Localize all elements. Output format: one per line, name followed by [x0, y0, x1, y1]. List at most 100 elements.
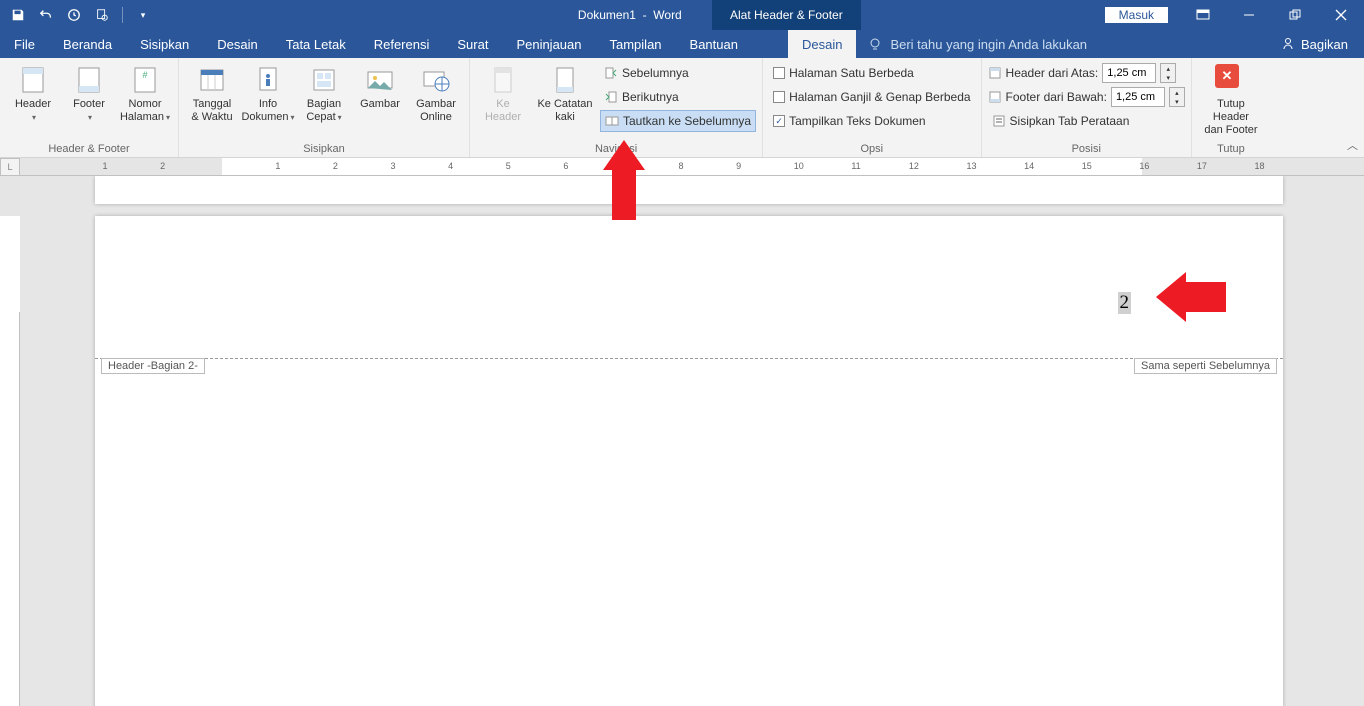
- different-odd-even-checkbox[interactable]: Halaman Ganjil & Genap Berbeda: [769, 86, 974, 108]
- ruler-mark: 10: [794, 161, 804, 171]
- ruler-mark: 6: [563, 161, 568, 171]
- group-position: Header dari Atas: ▴▾ Footer dari Bawah: …: [982, 58, 1192, 157]
- header-from-top-field[interactable]: Header dari Atas: ▴▾: [988, 62, 1185, 84]
- tab-help[interactable]: Bantuan: [676, 30, 752, 58]
- close-icon[interactable]: [1318, 0, 1364, 30]
- sign-in-button[interactable]: Masuk: [1105, 7, 1168, 23]
- tab-mailings[interactable]: Surat: [443, 30, 502, 58]
- ruler-mark: 3: [391, 161, 396, 171]
- ruler-mark: 16: [1139, 161, 1149, 171]
- minimize-icon[interactable]: [1226, 0, 1272, 30]
- next-icon: [604, 90, 618, 104]
- footer-button[interactable]: Footer: [62, 62, 116, 124]
- different-first-page-checkbox[interactable]: Halaman Satu Berbeda: [769, 62, 974, 84]
- spinner-down-icon[interactable]: ▾: [1170, 97, 1184, 106]
- redo-icon[interactable]: [62, 3, 86, 27]
- ribbon: Header Footer # Nomor Halaman Header & F…: [0, 58, 1364, 158]
- tab-review[interactable]: Peninjauan: [502, 30, 595, 58]
- ruler-mark: 13: [967, 161, 977, 171]
- spinner-up-icon[interactable]: ▴: [1161, 64, 1175, 73]
- tab-references[interactable]: Referensi: [360, 30, 444, 58]
- previous-section-button[interactable]: Sebelumnya: [600, 62, 756, 84]
- undo-icon[interactable]: [34, 3, 58, 27]
- document-info-button[interactable]: Info Dokumen: [241, 62, 295, 124]
- link-to-previous-button[interactable]: Tautkan ke Sebelumnya: [600, 110, 756, 132]
- ruler-corner: L: [0, 158, 20, 176]
- ruler-mark: 18: [1255, 161, 1265, 171]
- share-icon: [1281, 37, 1295, 51]
- ruler-mark: 9: [736, 161, 741, 171]
- same-as-previous-tag: Sama seperti Sebelumnya: [1134, 358, 1277, 374]
- window-title: Dokumen1 - Word: [155, 8, 1105, 22]
- footer-from-bottom-field[interactable]: Footer dari Bawah: ▴▾: [988, 86, 1185, 108]
- svg-text:#: #: [142, 70, 147, 80]
- ruler-mark: 1: [103, 161, 108, 171]
- tab-layout[interactable]: Tata Letak: [272, 30, 360, 58]
- tell-me-search[interactable]: Beri tahu yang ingin Anda lakukan: [868, 30, 1087, 58]
- ruler-mark: 11: [851, 161, 860, 171]
- maximize-icon[interactable]: [1272, 0, 1318, 30]
- close-header-footer-button[interactable]: ✕ Tutup Header dan Footer: [1198, 62, 1264, 137]
- ruler-mark: 14: [1024, 161, 1034, 171]
- lightbulb-icon: [868, 37, 882, 51]
- goto-footer-button[interactable]: Ke Catatan kaki: [532, 62, 598, 124]
- collapse-ribbon-icon[interactable]: ︿: [1347, 137, 1358, 153]
- pictures-button[interactable]: Gambar: [353, 62, 407, 111]
- document-area[interactable]: 2 Header -Bagian 2- Sama seperti Sebelum…: [20, 176, 1364, 706]
- contextual-tab-title: Alat Header & Footer: [712, 0, 861, 30]
- insert-alignment-tab-button[interactable]: Sisipkan Tab Perataan: [988, 110, 1185, 132]
- header-button[interactable]: Header: [6, 62, 60, 124]
- footer-bottom-icon: [988, 90, 1002, 104]
- spinner-up-icon[interactable]: ▴: [1170, 88, 1184, 97]
- page-number-text[interactable]: 2: [1118, 292, 1132, 314]
- group-header-footer: Header Footer # Nomor Halaman Header & F…: [0, 58, 179, 157]
- tab-insert[interactable]: Sisipkan: [126, 30, 203, 58]
- tab-file[interactable]: File: [0, 30, 49, 58]
- save-icon[interactable]: [6, 3, 30, 27]
- footer-from-bottom-input[interactable]: [1111, 87, 1165, 107]
- page-previous: [95, 176, 1283, 204]
- previous-icon: [604, 66, 618, 80]
- close-x-icon: ✕: [1215, 64, 1239, 88]
- tab-view[interactable]: Tampilan: [596, 30, 676, 58]
- customize-qat-icon[interactable]: ▾: [131, 3, 155, 27]
- header-from-top-input[interactable]: [1102, 63, 1156, 83]
- date-time-button[interactable]: Tanggal & Waktu: [185, 62, 239, 124]
- annotation-arrow-up: [603, 140, 645, 220]
- link-icon: [605, 114, 619, 128]
- tab-home[interactable]: Beranda: [49, 30, 126, 58]
- online-pictures-button[interactable]: Gambar Online: [409, 62, 463, 124]
- group-options: Halaman Satu Berbeda Halaman Ganjil & Ge…: [763, 58, 981, 157]
- page-number-button[interactable]: # Nomor Halaman: [118, 62, 172, 124]
- page-current[interactable]: 2 Header -Bagian 2- Sama seperti Sebelum…: [95, 216, 1283, 706]
- show-document-text-checkbox[interactable]: ✓Tampilkan Teks Dokumen: [769, 110, 974, 132]
- ruler-mark: 4: [448, 161, 453, 171]
- ruler-mark: 2: [333, 161, 338, 171]
- annotation-arrow-left: [1156, 272, 1226, 322]
- ruler-mark: 1: [275, 161, 280, 171]
- ribbon-display-icon[interactable]: [1180, 0, 1226, 30]
- ruler-mark: 15: [1082, 161, 1092, 171]
- group-insert: Tanggal & Waktu Info Dokumen Bagian Cepa…: [179, 58, 470, 157]
- quick-parts-button[interactable]: Bagian Cepat: [297, 62, 351, 124]
- ruler-mark: 12: [909, 161, 919, 171]
- horizontal-ruler[interactable]: 12123456789101112131415161718: [20, 158, 1364, 176]
- next-section-button[interactable]: Berikutnya: [600, 86, 756, 108]
- tab-design[interactable]: Desain: [203, 30, 271, 58]
- goto-header-button[interactable]: Ke Header: [476, 62, 530, 124]
- alignment-tab-icon: [992, 114, 1006, 128]
- header-top-icon: [988, 66, 1002, 80]
- tab-header-footer-design[interactable]: Desain: [788, 30, 856, 58]
- title-bar: ▾ Dokumen1 - Word Alat Header & Footer M…: [0, 0, 1364, 30]
- ribbon-tabs: File Beranda Sisipkan Desain Tata Letak …: [0, 30, 1364, 58]
- ruler-mark: 17: [1197, 161, 1207, 171]
- share-button[interactable]: Bagikan: [1265, 30, 1364, 58]
- header-section-tag: Header -Bagian 2-: [101, 358, 205, 374]
- ruler-mark: 2: [160, 161, 165, 171]
- ruler-mark: 5: [506, 161, 511, 171]
- group-close: ✕ Tutup Header dan Footer Tutup: [1192, 58, 1270, 157]
- vertical-ruler[interactable]: [0, 176, 20, 706]
- ruler-mark: 8: [679, 161, 684, 171]
- spinner-down-icon[interactable]: ▾: [1161, 73, 1175, 82]
- print-preview-icon[interactable]: [90, 3, 114, 27]
